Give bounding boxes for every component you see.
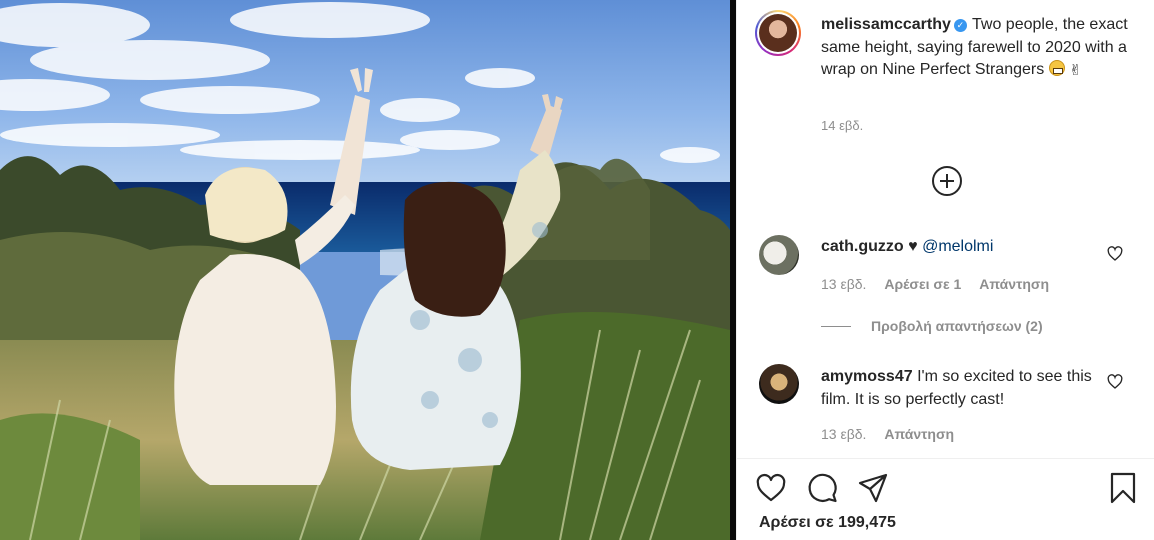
comment-username[interactable]: amymoss47 [821,368,913,385]
comment-meta: 13 εβδ. Αρέσει σε 1 Απάντηση [821,276,1063,292]
view-replies-label: Προβολή απαντήσεων (2) [871,318,1043,334]
share-icon[interactable] [857,472,889,504]
author-username[interactable]: melissamccarthy [821,16,951,33]
post-likes-count[interactable]: Αρέσει σε 199,475 [759,514,896,532]
comment-amy: amymoss47 I'm so excited to see this fil… [821,366,1101,411]
comments-panel: melissamccarthy ✓ Two people, the exact s… [736,0,1154,540]
grimacing-face-emoji-icon [1048,60,1065,76]
author-avatar-image [759,14,797,52]
heart-icon[interactable] [755,472,787,504]
reply-button[interactable]: Απάντηση [979,276,1049,292]
comment-meta: 13 εβδ. Απάντηση [821,426,968,442]
comment-avatar-amy[interactable] [759,364,799,404]
view-replies-button[interactable]: Προβολή απαντήσεων (2) [821,318,1043,334]
heart-emoji-icon: ♥ [908,238,918,255]
post-caption: melissamccarthy ✓ Two people, the exact s… [821,14,1139,82]
verified-badge-icon: ✓ [953,19,967,32]
comment-timestamp[interactable]: 13 εβδ. [821,426,866,442]
story-ring [757,12,799,54]
replies-divider-line [821,326,851,327]
comment-likes-count[interactable]: Αρέσει σε 1 [884,276,961,292]
comment-icon[interactable] [807,472,839,504]
bookmark-icon[interactable] [1107,472,1139,504]
post-photo-image [0,0,730,540]
comment-username[interactable]: cath.guzzo [821,238,904,255]
author-avatar[interactable] [755,10,801,56]
like-comment-heart-icon[interactable] [1107,246,1123,262]
victory-hand-emoji-icon: ✌ [1069,61,1082,79]
action-bar-divider [737,458,1154,459]
reply-button[interactable]: Απάντηση [884,426,954,442]
comment-cath: cath.guzzo ♥ @melolmi [821,236,1101,259]
comment-timestamp[interactable]: 13 εβδ. [821,276,866,292]
post-timestamp[interactable]: 14 εβδ. [821,118,863,133]
like-comment-heart-icon[interactable] [1107,374,1123,390]
comment-mention-link[interactable]: @melolmi [922,238,993,255]
instagram-post: melissamccarthy ✓ Two people, the exact s… [0,0,1154,540]
post-photo[interactable] [0,0,730,540]
load-more-comments-plus-circle-icon[interactable] [932,166,962,196]
comment-avatar-cath[interactable] [759,235,799,275]
